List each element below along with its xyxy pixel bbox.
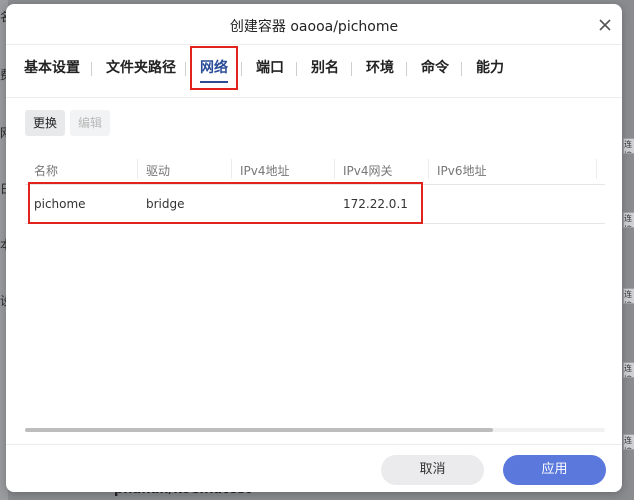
create-container-dialog: 创建容器 oaooa/pichome 基本设置 文件夹路径 网络 端口 别名 环… <box>6 4 622 492</box>
tab-highlight-box <box>190 46 238 90</box>
column-separator <box>334 159 335 179</box>
apply-button[interactable]: 应用 <box>503 455 606 485</box>
edit-button: 编辑 <box>70 110 111 136</box>
row-highlight-box <box>28 182 423 224</box>
tab-command[interactable]: 命令 <box>421 45 449 97</box>
background-right-edge: 连接 连接 连接 连接 连接 <box>622 0 634 500</box>
tab-folder-path[interactable]: 文件夹路径 <box>106 45 176 97</box>
background-connect-button: 连接 <box>623 138 634 154</box>
tab-capabilities[interactable]: 能力 <box>476 45 504 97</box>
tab-aliases[interactable]: 别名 <box>311 45 339 97</box>
column-header-name[interactable]: 名称 <box>34 162 58 179</box>
horizontal-scrollbar[interactable] <box>25 428 605 432</box>
tab-ports[interactable]: 端口 <box>256 45 284 97</box>
close-icon[interactable] <box>596 16 614 34</box>
tab-separator <box>351 62 352 76</box>
column-header-ipv4-address[interactable]: IPv4地址 <box>240 162 290 179</box>
cancel-button[interactable]: 取消 <box>381 455 484 485</box>
tab-basic-settings[interactable]: 基本设置 <box>24 45 80 97</box>
tab-separator <box>91 62 92 76</box>
dialog-footer: 取消 应用 <box>6 444 622 492</box>
background-connect-button: 连接 <box>623 362 634 378</box>
background-connect-button: 连接 <box>623 434 634 450</box>
dialog-title: 创建容器 oaooa/pichome <box>229 19 399 35</box>
tab-environment[interactable]: 环境 <box>366 45 394 97</box>
tab-separator <box>185 62 186 76</box>
background-connect-button: 连接 <box>623 212 634 228</box>
column-separator <box>596 159 597 179</box>
table-header: 名称 驱动 IPv4地址 IPv4网关 IPv6地址 <box>25 154 605 185</box>
column-header-driver[interactable]: 驱动 <box>146 162 170 179</box>
tab-separator <box>241 62 242 76</box>
column-header-ipv6-address[interactable]: IPv6地址 <box>437 162 487 179</box>
tab-bar: 基本设置 文件夹路径 网络 端口 别名 环境 命令 能力 <box>6 44 622 98</box>
column-header-ipv4-gateway[interactable]: IPv4网关 <box>343 162 393 179</box>
column-separator <box>231 159 232 179</box>
change-button[interactable]: 更换 <box>25 110 66 136</box>
column-separator <box>137 159 138 179</box>
background-connect-button: 连接 <box>623 288 634 304</box>
tab-separator <box>461 62 462 76</box>
scrollbar-thumb[interactable] <box>25 428 493 432</box>
column-separator <box>428 159 429 179</box>
tab-separator <box>296 62 297 76</box>
tab-separator <box>406 62 407 76</box>
